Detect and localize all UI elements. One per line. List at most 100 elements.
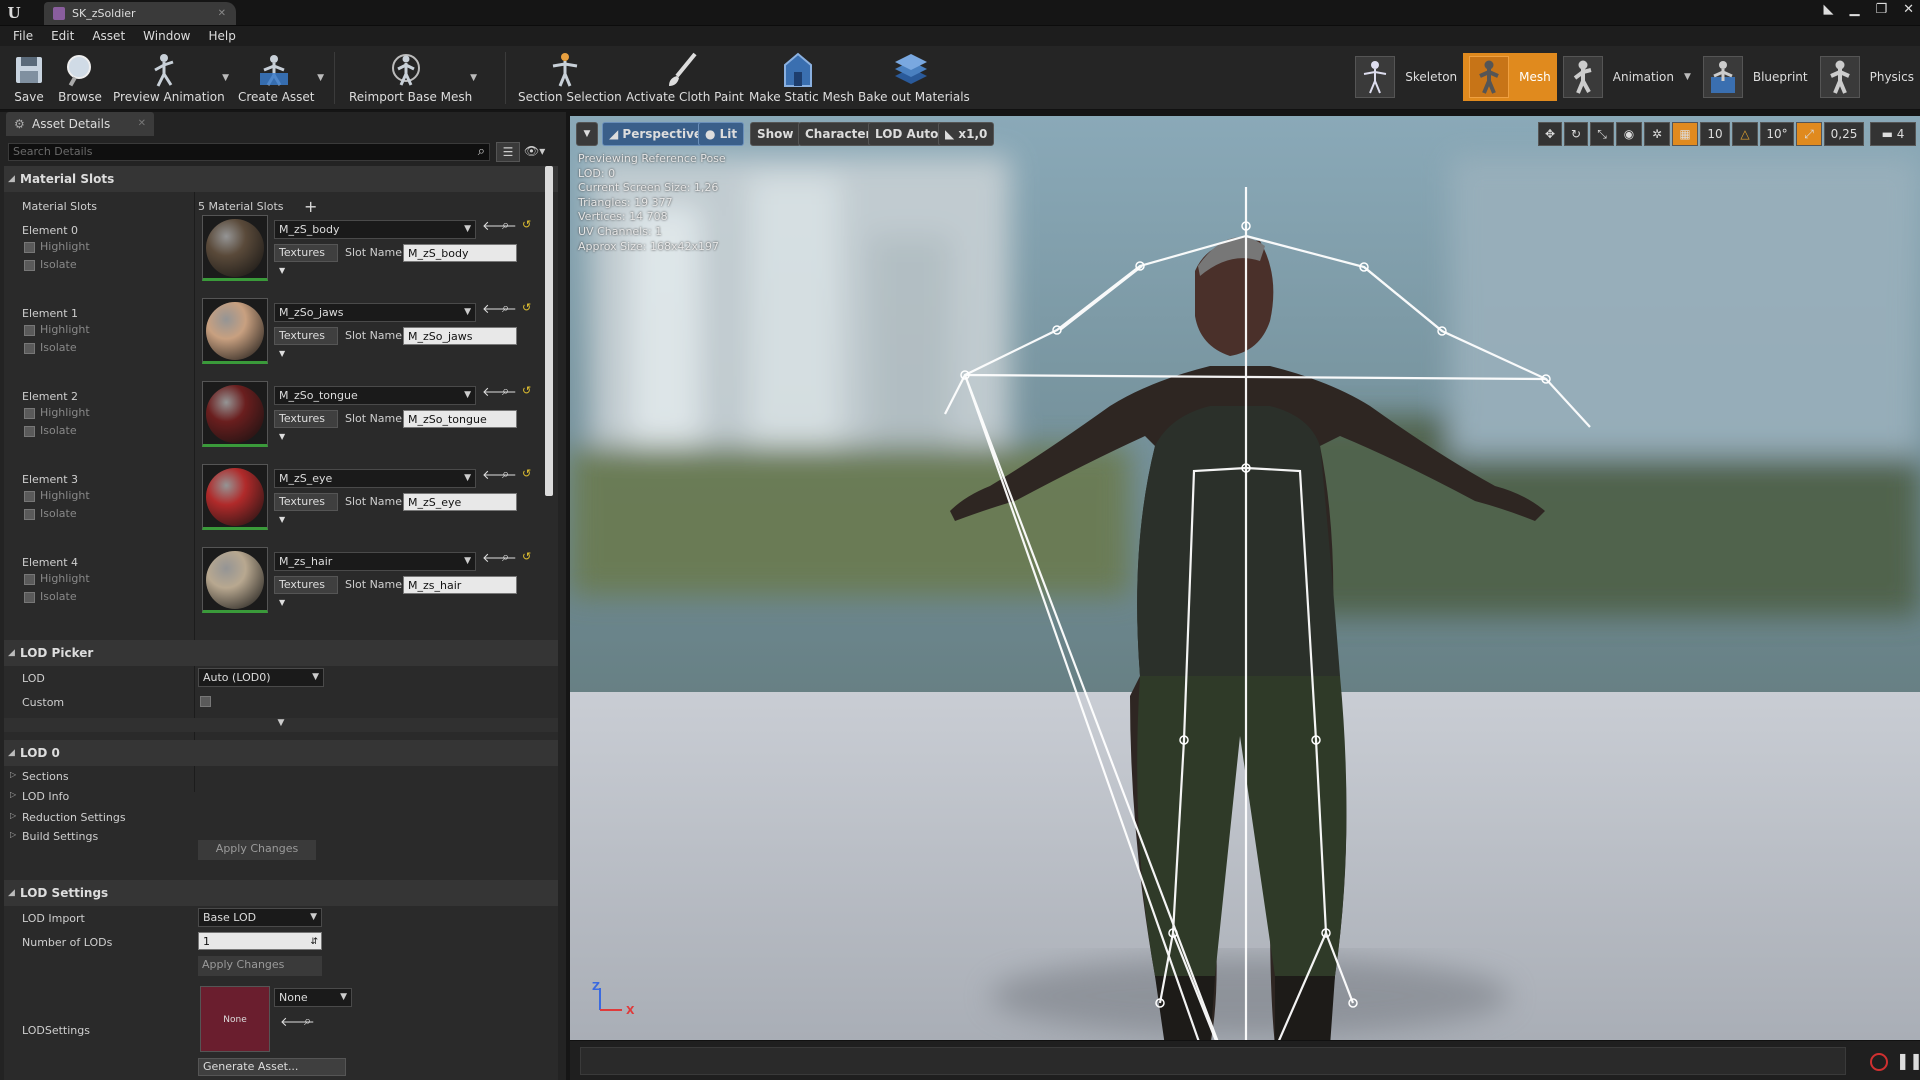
material-dropdown[interactable]: M_zSo_jaws ▼ [274, 303, 476, 322]
timeline-scrubber[interactable] [580, 1047, 1846, 1075]
lod-settings-header[interactable]: ◢ LOD Settings [4, 880, 558, 906]
activate-cloth-paint-button[interactable]: Activate Cloth Paint [626, 46, 744, 110]
material-thumbnail[interactable] [202, 298, 268, 364]
preview-animation-dropdown-icon[interactable]: ▼ [222, 73, 229, 83]
playback-speed-button[interactable]: ◣ x1,0 [938, 122, 995, 146]
expand-advanced-icon[interactable]: ▼ [4, 718, 558, 732]
create-asset-button[interactable]: Create Asset ▼ [238, 46, 324, 110]
material-dropdown[interactable]: M_zS_body ▼ [274, 220, 476, 239]
slot-name-input[interactable]: M_zS_eye [403, 493, 517, 511]
visibility-eye-icon[interactable]: 👁▾ [524, 144, 545, 158]
mesh-viewport[interactable]: ▼ ◢ Perspective ● Lit Show Character LOD… [570, 116, 1920, 1040]
mode-physics[interactable]: Physics [1814, 53, 1920, 101]
grid-snap-value[interactable]: 10 [1700, 122, 1730, 146]
menu-help[interactable]: Help [199, 26, 244, 46]
minimize-button[interactable]: ▁ [1849, 2, 1859, 17]
section-selection-button[interactable]: Section Selection [518, 46, 622, 110]
document-tab[interactable]: SK_zSoldier ✕ [44, 2, 236, 25]
preview-animation-button[interactable]: Preview Animation ▼ [113, 46, 229, 110]
reset-to-default-icon[interactable]: ↺ [522, 301, 531, 314]
animation-dropdown-icon[interactable]: ▼ [1684, 72, 1691, 82]
browse-asset-icon[interactable]: ⌕ [502, 301, 509, 316]
notification-icon[interactable]: ◣ [1823, 2, 1833, 17]
reset-to-default-icon[interactable]: ↺ [522, 550, 531, 563]
reimport-dropdown-icon[interactable]: ▼ [470, 73, 477, 83]
mode-animation[interactable]: Animation ▼ [1557, 53, 1697, 101]
lod0-sections[interactable]: Sections [22, 770, 69, 783]
camera-speed-button[interactable]: ▬ 4 [1870, 122, 1916, 146]
record-button[interactable] [1870, 1053, 1888, 1071]
lod0-header[interactable]: ◢ LOD 0 [4, 740, 558, 766]
highlight-checkbox[interactable] [24, 408, 35, 419]
highlight-checkbox[interactable] [24, 242, 35, 253]
rotate-icon[interactable]: ↻ [1564, 122, 1588, 146]
use-selected-arrow-icon[interactable]: 🡐 [482, 218, 517, 234]
isolate-checkbox[interactable] [24, 426, 35, 437]
material-thumbnail[interactable] [202, 547, 268, 613]
lod-picker-header[interactable]: ◢ LOD Picker [4, 640, 558, 666]
search-details-input[interactable]: Search Details ⌕ [8, 143, 490, 161]
textures-dropdown[interactable]: Textures ▼ [274, 327, 338, 358]
highlight-checkbox[interactable] [24, 574, 35, 585]
details-scrollbar[interactable] [545, 166, 553, 496]
material-thumbnail[interactable] [202, 464, 268, 530]
lod-dropdown[interactable]: Auto (LOD0) ▼ [198, 668, 324, 687]
lod-import-dropdown[interactable]: Base LOD ▼ [198, 908, 322, 927]
rotation-snap-icon[interactable]: △ [1732, 122, 1758, 146]
close-tab-icon[interactable]: ✕ [218, 2, 226, 25]
reset-to-default-icon[interactable]: ↺ [522, 384, 531, 397]
isolate-checkbox[interactable] [24, 343, 35, 354]
menu-file[interactable]: File [4, 26, 42, 46]
material-dropdown[interactable]: M_zS_eye ▼ [274, 469, 476, 488]
custom-checkbox[interactable] [200, 696, 211, 707]
apply-changes-lods-button[interactable]: Apply Changes [198, 956, 322, 976]
material-thumbnail[interactable] [202, 381, 268, 447]
textures-dropdown[interactable]: Textures ▼ [274, 244, 338, 275]
add-slot-icon[interactable]: + [304, 197, 317, 216]
lod0-lod-info[interactable]: LOD Info [22, 790, 69, 803]
scale-snap-icon[interactable]: ⤢ [1796, 122, 1822, 146]
mode-blueprint[interactable]: Blueprint [1697, 53, 1814, 101]
browse-asset-icon[interactable]: ⌕ [502, 550, 509, 565]
slot-name-input[interactable]: M_zSo_jaws [403, 327, 517, 345]
browse-asset-icon[interactable]: ⌕ [502, 384, 509, 399]
use-selected-arrow-icon[interactable]: 🡐 [482, 384, 517, 400]
create-asset-dropdown-icon[interactable]: ▼ [317, 73, 324, 83]
material-dropdown[interactable]: M_zs_hair ▼ [274, 552, 476, 571]
spin-arrows-icon[interactable]: ⇵ [310, 933, 318, 951]
make-static-mesh-button[interactable]: Make Static Mesh [749, 46, 854, 110]
material-slots-header[interactable]: ◢ Material Slots [4, 166, 558, 192]
isolate-checkbox[interactable] [24, 592, 35, 603]
browse-button[interactable]: Browse [58, 46, 102, 110]
highlight-checkbox[interactable] [24, 325, 35, 336]
reimport-base-mesh-button[interactable]: Reimport Base Mesh ▼ [349, 46, 477, 110]
textures-dropdown[interactable]: Textures ▼ [274, 493, 338, 524]
property-matrix-button[interactable]: ☰ [496, 142, 520, 162]
generate-asset-button[interactable]: Generate Asset... [198, 1058, 346, 1076]
translate-icon[interactable]: ✥ [1538, 122, 1562, 146]
material-thumbnail[interactable] [202, 215, 268, 281]
slot-name-input[interactable]: M_zSo_tongue [403, 410, 517, 428]
lod0-reduction-settings[interactable]: Reduction Settings [22, 811, 126, 824]
surface-snap-icon[interactable]: ✲ [1644, 122, 1670, 146]
reset-to-default-icon[interactable]: ↺ [522, 467, 531, 480]
perspective-button[interactable]: ◢ Perspective [602, 122, 710, 146]
slot-name-input[interactable]: M_zs_hair [403, 576, 517, 594]
scale-snap-value[interactable]: 0,25 [1824, 122, 1864, 146]
save-button[interactable]: Save [8, 46, 50, 110]
reset-to-default-icon[interactable]: ↺ [522, 218, 531, 231]
browse-asset-icon[interactable]: ⌕ [502, 467, 509, 482]
lit-button[interactable]: ● Lit [698, 122, 745, 146]
highlight-checkbox[interactable] [24, 491, 35, 502]
mode-mesh[interactable]: Mesh [1463, 53, 1557, 101]
grid-snap-icon[interactable]: ▦ [1672, 122, 1698, 146]
close-window-button[interactable]: ✕ [1903, 2, 1914, 17]
use-selected-arrow-icon[interactable]: 🡐 [482, 550, 517, 566]
world-local-icon[interactable]: ◉ [1616, 122, 1642, 146]
menu-asset[interactable]: Asset [83, 26, 134, 46]
apply-changes-button[interactable]: Apply Changes [198, 840, 316, 860]
show-button[interactable]: Show [750, 122, 801, 146]
slot-name-input[interactable]: M_zS_body [403, 244, 517, 262]
textures-dropdown[interactable]: Textures ▼ [274, 576, 338, 607]
number-of-lods-input[interactable]: 1 ⇵ [198, 932, 322, 950]
